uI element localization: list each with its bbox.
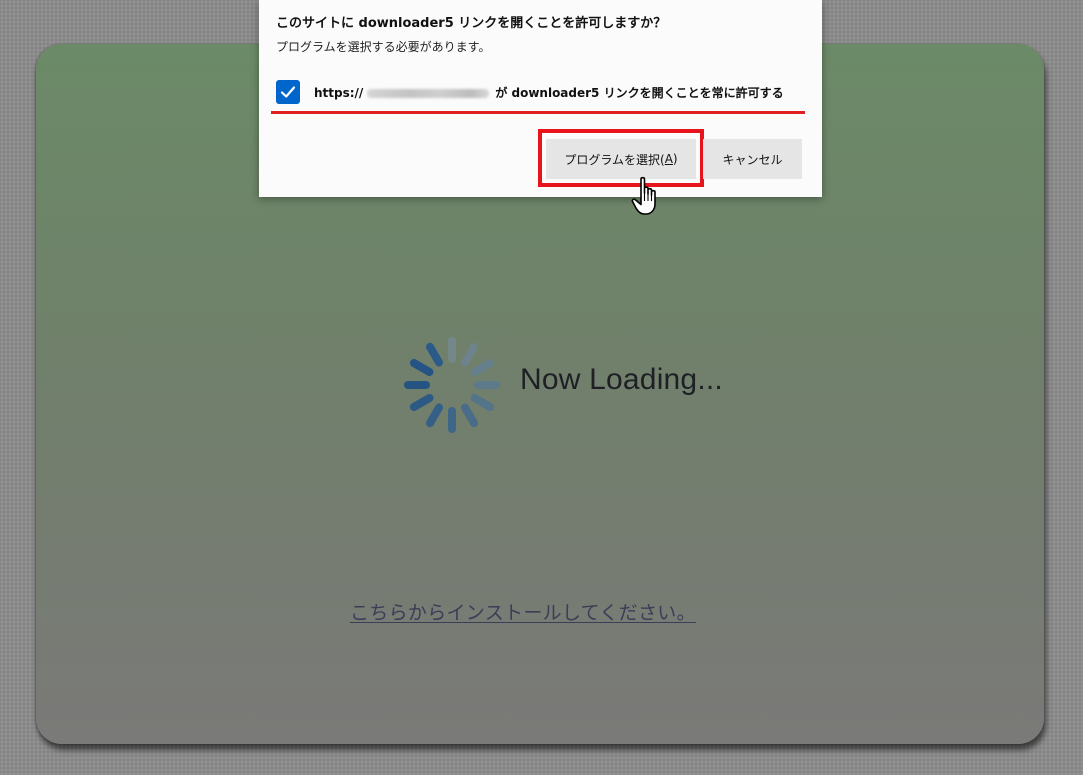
- checkbox-url-prefix: https://: [314, 86, 364, 100]
- checkmark-icon: [280, 86, 296, 98]
- always-allow-label[interactable]: https:// が downloader5 リンクを開くことを常に許可する: [314, 84, 784, 101]
- cancel-button[interactable]: キャンセル: [703, 139, 802, 179]
- highlight-underline: [271, 111, 805, 114]
- loading-spinner-icon: [404, 337, 500, 433]
- checkbox-label-text: が downloader5 リンクを開くことを常に許可する: [495, 86, 784, 100]
- always-allow-checkbox[interactable]: [276, 80, 300, 104]
- dialog-subtitle: プログラムを選択する必要があります。: [276, 40, 491, 54]
- install-link[interactable]: こちらからインストールしてください。: [350, 598, 696, 625]
- loading-text: Now Loading...: [520, 363, 723, 396]
- choose-program-button[interactable]: プログラムを選択(A): [546, 139, 696, 179]
- protocol-permission-dialog: このサイトに downloader5 リンクを開くことを許可しますか？ プログラ…: [259, 0, 822, 197]
- choose-program-access-key: A: [664, 152, 673, 166]
- choose-program-label: プログラムを選択(: [564, 152, 665, 167]
- loading-indicator: Now Loading...: [400, 333, 800, 437]
- choose-program-label-end: ): [672, 152, 678, 166]
- blurred-domain: [367, 89, 490, 98]
- dialog-title: このサイトに downloader5 リンクを開くことを許可しますか？: [276, 16, 667, 31]
